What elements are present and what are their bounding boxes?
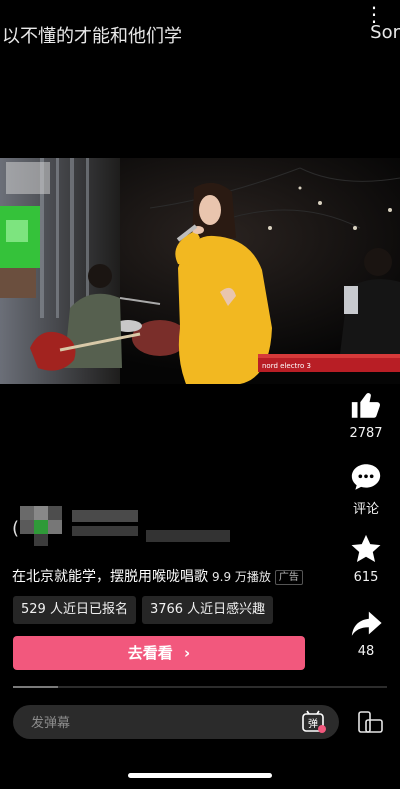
like-count: 2787 — [349, 426, 383, 441]
video-player[interactable]: nord electro 3 — [0, 158, 400, 384]
share-count: 48 — [357, 644, 375, 659]
signup-count-chip: 529 人近日已报名 — [13, 596, 136, 624]
chevron-right-icon: › — [184, 644, 191, 662]
comment-action[interactable]: 评论 — [346, 460, 386, 517]
go-see-button[interactable]: 去看看 › — [13, 636, 305, 670]
play-count: 9.9 万播放 — [212, 570, 271, 584]
danmu-toggle-icon[interactable]: 弹 — [301, 710, 327, 734]
progress-fill — [13, 686, 58, 688]
comment-label: 评论 — [352, 502, 379, 517]
interest-count-chip: 3766 人近日感兴趣 — [141, 596, 274, 624]
ad-caption-text: 在北京就能学，摆脱用喉咙唱歌 — [12, 569, 208, 585]
keyboard-brand-text: nord electro 3 — [262, 362, 311, 370]
advertiser-info-pixelated[interactable]: ( — [12, 504, 242, 548]
video-progress-bar[interactable] — [13, 686, 387, 688]
ad-stats: 529 人近日已报名 3766 人近日感兴趣 — [13, 596, 279, 624]
favorite-count: 615 — [353, 570, 379, 585]
top-bar: 以不懂的才能和他们学 Sor ⋮ — [0, 2, 400, 50]
star-icon[interactable] — [349, 532, 383, 566]
share-arrow-icon[interactable] — [349, 606, 383, 640]
home-indicator — [128, 773, 272, 778]
danmu-input[interactable] — [29, 711, 273, 735]
go-see-label: 去看看 — [127, 644, 173, 662]
like-action[interactable]: 2787 — [346, 388, 386, 441]
danmu-bar[interactable]: 弹 — [13, 705, 339, 739]
danmu-icon-label: 弹 — [308, 717, 318, 730]
comment-bubble-icon[interactable] — [349, 460, 383, 494]
thumbs-up-icon[interactable] — [349, 388, 383, 422]
ad-caption[interactable]: 在北京就能学，摆脱用喉咙唱歌 9.9 万播放 广告 — [12, 566, 303, 586]
favorite-action[interactable]: 615 — [346, 532, 386, 585]
ad-badge: 广告 — [274, 570, 303, 585]
video-title: 以不懂的才能和他们学 — [2, 26, 182, 47]
more-icon[interactable]: ⋮ — [364, 2, 384, 26]
fullscreen-rotate-icon[interactable] — [356, 710, 384, 736]
share-action[interactable]: 48 — [346, 606, 386, 659]
video-frame-image: nord electro 3 — [0, 158, 400, 384]
svg-text:(: ( — [12, 518, 19, 539]
